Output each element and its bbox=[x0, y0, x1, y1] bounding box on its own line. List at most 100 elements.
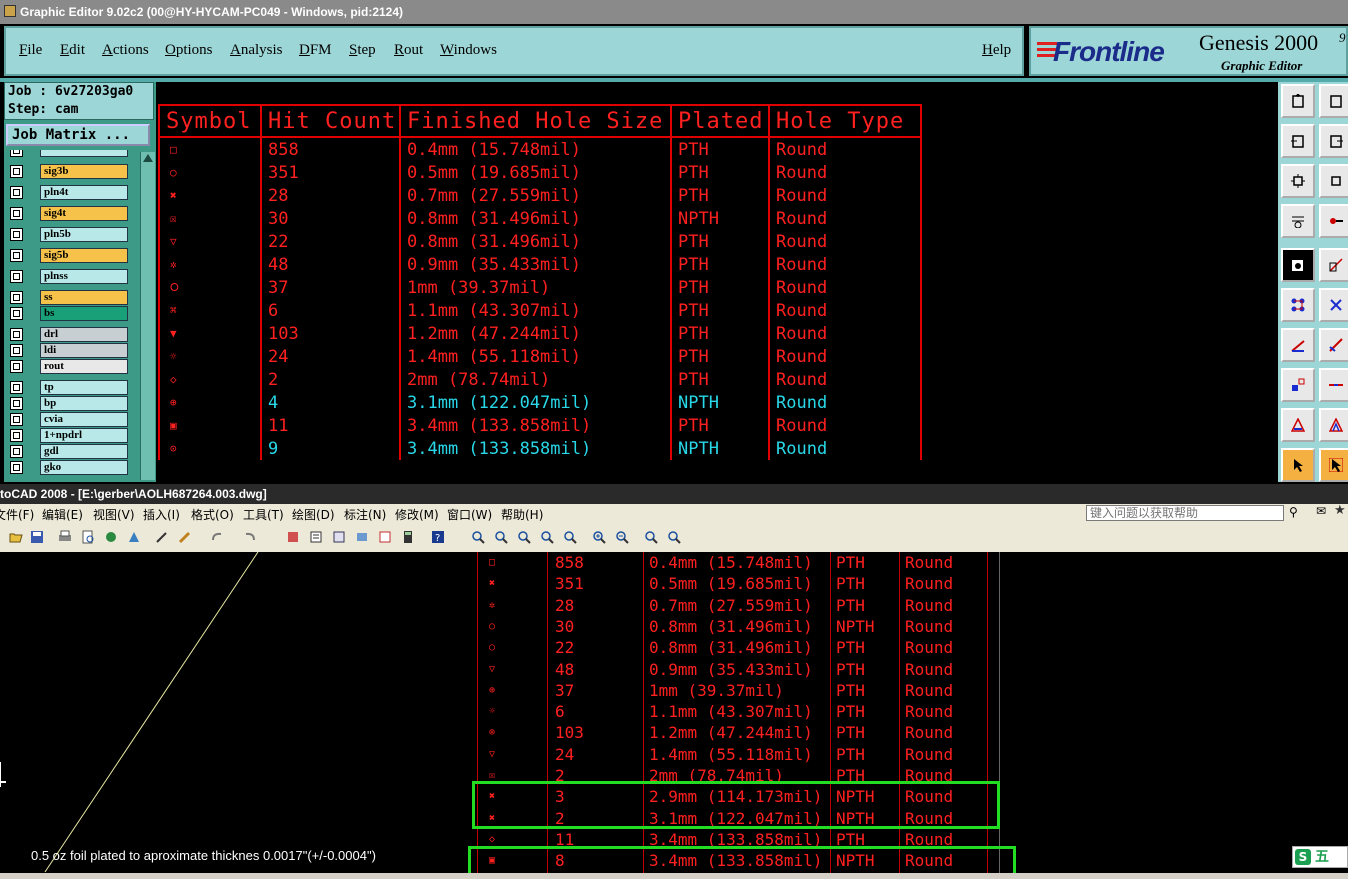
menu-draw[interactable]: 绘图(D) bbox=[292, 506, 335, 523]
layer-checkbox[interactable] bbox=[10, 344, 23, 357]
genesis-canvas[interactable]: Symbol Hit Count Finished Hole Size Plat… bbox=[156, 82, 1278, 482]
tool-button[interactable] bbox=[1319, 124, 1348, 158]
tool-button[interactable] bbox=[1319, 164, 1348, 198]
tool-button[interactable] bbox=[1319, 84, 1348, 118]
tool-button[interactable] bbox=[1319, 448, 1348, 482]
layer-checkbox[interactable] bbox=[10, 307, 23, 320]
tool-button[interactable] bbox=[1281, 368, 1315, 402]
layer-checkbox[interactable] bbox=[10, 249, 23, 262]
tool-button[interactable] bbox=[1281, 448, 1315, 482]
layer-row[interactable] bbox=[6, 150, 130, 158]
tool-button[interactable] bbox=[1319, 204, 1348, 238]
tool-button[interactable] bbox=[1281, 328, 1315, 362]
tool-button[interactable] bbox=[207, 527, 227, 547]
tool-button[interactable] bbox=[175, 527, 195, 547]
tool-button[interactable] bbox=[329, 527, 349, 547]
tool-button[interactable] bbox=[641, 527, 661, 547]
tool-button[interactable] bbox=[6, 527, 26, 547]
menu-window[interactable]: 窗口(W) bbox=[447, 506, 492, 523]
layer-row[interactable]: sig3b bbox=[6, 164, 130, 179]
menu-modify[interactable]: 修改(M) bbox=[395, 506, 439, 523]
layer-checkbox[interactable] bbox=[10, 445, 23, 458]
tool-button[interactable] bbox=[514, 527, 534, 547]
layer-row[interactable]: sig4t bbox=[6, 206, 130, 221]
menu-options[interactable]: Options bbox=[165, 42, 213, 59]
layer-checkbox[interactable] bbox=[10, 413, 23, 426]
tool-button[interactable] bbox=[375, 527, 395, 547]
communication-icon[interactable]: ✉ bbox=[1316, 504, 1326, 518]
tool-button[interactable] bbox=[1319, 368, 1348, 402]
layer-row[interactable]: 1+npdrl bbox=[6, 428, 130, 443]
layer-row[interactable]: gdl bbox=[6, 444, 130, 459]
layer-checkbox[interactable] bbox=[10, 270, 23, 283]
menu-file[interactable]: 文件(F) bbox=[0, 506, 34, 523]
app-icon[interactable] bbox=[4, 5, 16, 17]
tool-button[interactable] bbox=[1281, 164, 1315, 198]
layer-checkbox[interactable] bbox=[10, 165, 23, 178]
menu-view[interactable]: 视图(V) bbox=[93, 506, 135, 523]
tool-button[interactable]: ? bbox=[428, 527, 448, 547]
menu-step[interactable]: Step bbox=[349, 42, 376, 59]
tool-button[interactable] bbox=[560, 527, 580, 547]
layer-row[interactable]: rout bbox=[6, 359, 130, 374]
menu-edit[interactable]: Edit bbox=[60, 42, 85, 59]
tool-button[interactable] bbox=[1281, 288, 1315, 322]
layer-checkbox[interactable] bbox=[10, 207, 23, 220]
layer-checkbox[interactable] bbox=[10, 328, 23, 341]
menu-insert[interactable]: 插入(I) bbox=[143, 506, 180, 523]
menu-tools[interactable]: 工具(T) bbox=[243, 506, 284, 523]
tool-button[interactable] bbox=[1319, 248, 1348, 282]
tool-button[interactable] bbox=[283, 527, 303, 547]
scroll-up-arrow-icon[interactable] bbox=[143, 154, 153, 162]
layer-row[interactable]: sig5b bbox=[6, 248, 130, 263]
layer-row[interactable]: tp bbox=[6, 380, 130, 395]
tool-button[interactable] bbox=[1281, 408, 1315, 442]
menu-dfm[interactable]: DFM bbox=[299, 42, 332, 59]
tool-button[interactable] bbox=[1281, 84, 1315, 118]
ime-indicator[interactable]: S五 bbox=[1292, 846, 1348, 868]
tool-button[interactable] bbox=[1281, 124, 1315, 158]
tool-button[interactable] bbox=[101, 527, 121, 547]
tool-button[interactable] bbox=[240, 527, 260, 547]
help-search-input[interactable] bbox=[1086, 505, 1284, 521]
menu-format[interactable]: 格式(O) bbox=[191, 506, 234, 523]
tool-button[interactable] bbox=[664, 527, 684, 547]
tool-button[interactable] bbox=[1319, 328, 1348, 362]
tool-button[interactable] bbox=[152, 527, 172, 547]
menu-help[interactable]: Help bbox=[982, 42, 1011, 59]
layer-row[interactable]: bp bbox=[6, 396, 130, 411]
menu-actions[interactable]: Actions bbox=[102, 42, 149, 59]
menu-edit[interactable]: 编辑(E) bbox=[42, 506, 83, 523]
layer-checkbox[interactable] bbox=[10, 429, 23, 442]
layer-row[interactable]: pln5b bbox=[6, 227, 130, 242]
menu-help[interactable]: 帮助(H) bbox=[501, 506, 543, 523]
layer-checkbox[interactable] bbox=[10, 381, 23, 394]
layer-row[interactable]: pln4t bbox=[6, 185, 130, 200]
menu-analysis[interactable]: Analysis bbox=[230, 42, 283, 59]
layer-row[interactable]: ss bbox=[6, 290, 130, 305]
autocad-drawing-area[interactable]: □ 858 0.4mm (15.748mil) PTH Round ✖ 351 0.5mm (… bbox=[0, 552, 1348, 879]
tool-button[interactable] bbox=[1281, 204, 1315, 238]
tool-button[interactable] bbox=[398, 527, 418, 547]
tool-button[interactable] bbox=[491, 527, 511, 547]
layer-row[interactable]: gko bbox=[6, 460, 130, 475]
tool-button[interactable] bbox=[468, 527, 488, 547]
layer-row[interactable]: plnss bbox=[6, 269, 130, 284]
favorites-star-icon[interactable]: ★ bbox=[1334, 503, 1346, 518]
menu-windows[interactable]: Windows bbox=[440, 42, 497, 59]
layer-checkbox[interactable] bbox=[10, 291, 23, 304]
tool-button[interactable] bbox=[1319, 408, 1348, 442]
search-icon[interactable]: ⚲ bbox=[1289, 505, 1298, 519]
tool-button[interactable] bbox=[124, 527, 144, 547]
layer-checkbox[interactable] bbox=[10, 228, 23, 241]
layer-checkbox[interactable] bbox=[10, 397, 23, 410]
layer-row[interactable]: bs bbox=[6, 306, 130, 321]
layer-checkbox[interactable] bbox=[10, 461, 23, 474]
tool-button[interactable] bbox=[589, 527, 609, 547]
layer-row[interactable]: cvia bbox=[6, 412, 130, 427]
tool-button[interactable] bbox=[27, 527, 47, 547]
tool-button[interactable] bbox=[612, 527, 632, 547]
layer-row[interactable]: drl bbox=[6, 327, 130, 342]
job-matrix-button[interactable]: Job Matrix ... bbox=[6, 124, 150, 146]
tool-button[interactable] bbox=[78, 527, 98, 547]
